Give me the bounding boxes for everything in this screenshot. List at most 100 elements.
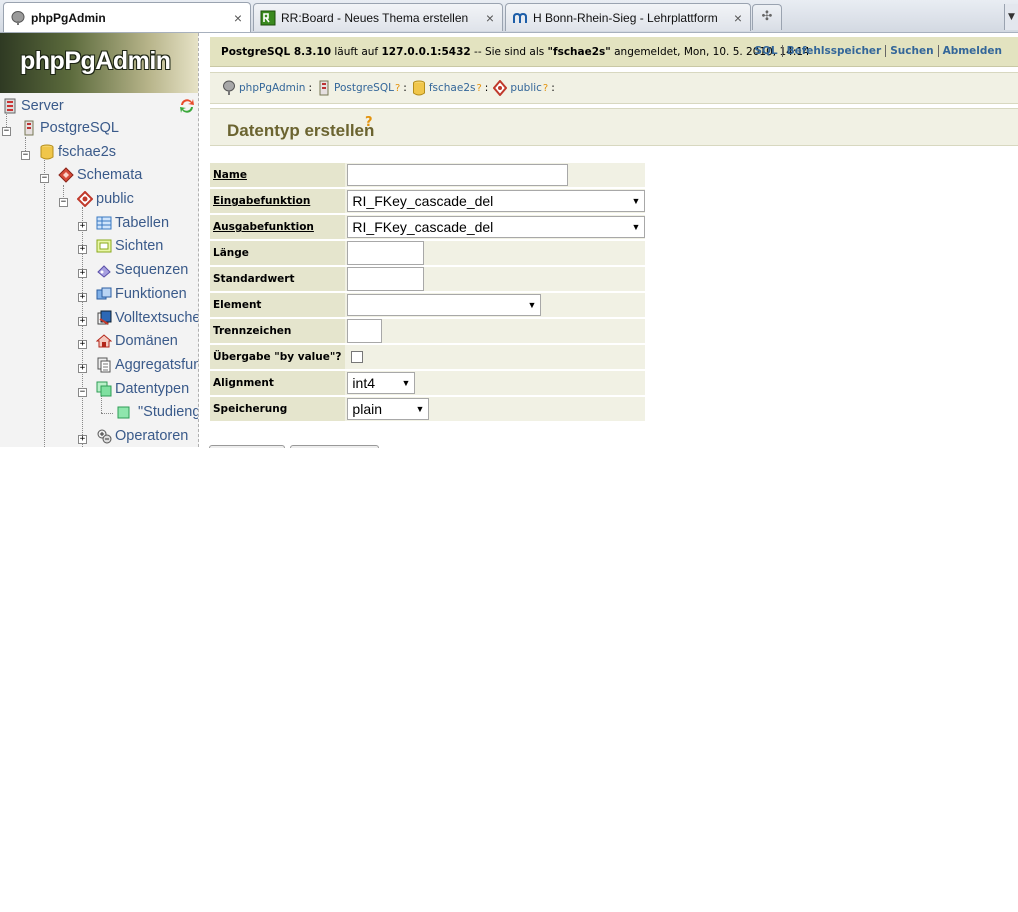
- functions-icon: [96, 287, 112, 300]
- help-icon[interactable]: ?: [395, 83, 400, 94]
- page-title: Datentyp erstellen: [227, 121, 375, 140]
- tree-item-postgresql[interactable]: PostgreSQL: [21, 117, 119, 139]
- help-icon[interactable]: ?: [476, 83, 481, 94]
- browser-tab-bar: phpPgAdmin × RR:Board - Neues Thema erst…: [0, 0, 1018, 33]
- chevron-down-icon: ▼: [527, 300, 537, 310]
- tree-item-aggregate[interactable]: Aggregatsfunk: [96, 354, 198, 376]
- tree-label: Schemata: [77, 167, 143, 183]
- input-function-select[interactable]: RI_FKey_cascade_del ▼: [347, 190, 646, 212]
- tree-item-operatoren[interactable]: Operatoren: [96, 425, 188, 447]
- views-icon: [96, 239, 112, 253]
- breadcrumb-separator: :: [551, 82, 555, 94]
- database-icon: [412, 80, 425, 96]
- close-tab-icon[interactable]: ×: [734, 10, 742, 26]
- tab-lehrplattform[interactable]: H Bonn-Rhein-Sieg - Lehrplattform ×: [505, 3, 751, 31]
- logo[interactable]: phpPgAdmin: [0, 33, 198, 93]
- close-tab-icon[interactable]: ×: [234, 10, 242, 26]
- form-row-length: Länge: [210, 241, 646, 265]
- delimiter-input[interactable]: [347, 319, 383, 343]
- tree-item-sequenzen[interactable]: Sequenzen: [96, 259, 188, 281]
- collapse-toggle[interactable]: −: [59, 198, 68, 207]
- expand-toggle[interactable]: +: [78, 340, 87, 349]
- name-input[interactable]: [347, 164, 569, 186]
- output-function-select[interactable]: RI_FKey_cascade_del ▼: [347, 216, 646, 238]
- type-icon: [117, 406, 130, 419]
- tree-item-public[interactable]: public: [77, 188, 134, 210]
- expand-toggle[interactable]: +: [78, 317, 87, 326]
- tab-list-button[interactable]: ▼: [1004, 4, 1018, 30]
- tree-item-database[interactable]: fschae2s: [39, 141, 116, 163]
- refresh-icon[interactable]: [178, 97, 196, 115]
- breadcrumb-separator: :: [403, 82, 407, 94]
- expand-toggle[interactable]: +: [78, 245, 87, 254]
- expand-toggle[interactable]: +: [78, 293, 87, 302]
- tab-rrboard[interactable]: RR:Board - Neues Thema erstellen ×: [253, 3, 503, 31]
- tree-item-tabellen[interactable]: Tabellen: [96, 212, 169, 234]
- expand-toggle[interactable]: +: [78, 435, 87, 444]
- form-cell: int4 ▼: [345, 371, 646, 395]
- tab-phppgadmin[interactable]: phpPgAdmin ×: [3, 2, 251, 32]
- alignment-select[interactable]: int4 ▼: [347, 372, 416, 394]
- tree-item-server[interactable]: Server: [2, 95, 64, 117]
- tree-item-sichten[interactable]: Sichten: [96, 235, 163, 257]
- breadcrumb-label: phpPgAdmin: [239, 82, 306, 94]
- selected-value: RI_FKey_cascade_del: [352, 193, 494, 209]
- expand-toggle[interactable]: +: [78, 269, 87, 278]
- tree-label: Aggregatsfunk: [115, 357, 198, 373]
- server-info-bar: PostgreSQL 8.3.10 läuft auf 127.0.0.1:54…: [210, 37, 1018, 67]
- byvalue-label: Übergabe "by value"?: [210, 345, 346, 369]
- moodle-icon: [513, 12, 527, 23]
- form-cell: [345, 267, 646, 291]
- history-link[interactable]: Befehlsspeicher: [783, 45, 886, 57]
- breadcrumb-server[interactable]: PostgreSQL ? :: [317, 80, 410, 96]
- new-tab-button[interactable]: ✣: [752, 4, 782, 30]
- form-row-output-function: Ausgabefunktion RI_FKey_cascade_del ▼: [210, 215, 646, 239]
- server-icon: [4, 98, 16, 114]
- tab-label: H Bonn-Rhein-Sieg - Lehrplattform: [533, 10, 718, 25]
- info-text: -- Sie sind als: [470, 45, 548, 58]
- tree-item-datentypen[interactable]: Datentypen: [96, 378, 189, 400]
- form-row-default: Standardwert: [210, 267, 646, 291]
- logo-text: phpPgAdmin: [20, 47, 171, 75]
- expand-toggle[interactable]: +: [78, 222, 87, 231]
- find-link[interactable]: Suchen: [886, 45, 937, 57]
- sql-link[interactable]: SQL: [750, 45, 781, 57]
- default-input[interactable]: [347, 267, 425, 291]
- breadcrumb-schema[interactable]: public ? :: [493, 80, 557, 96]
- expand-toggle[interactable]: +: [78, 364, 87, 373]
- breadcrumb-database[interactable]: fschae2s ? :: [412, 80, 492, 96]
- byvalue-checkbox[interactable]: [351, 351, 364, 363]
- sidebar-frame: phpPgAdmin Server − PostgreSQL − fschae2…: [0, 33, 199, 447]
- default-label: Standardwert: [210, 267, 346, 291]
- tree-item-schemata[interactable]: Schemata: [58, 164, 142, 186]
- server-icon: [24, 120, 34, 136]
- tree-item-funktionen[interactable]: Funktionen: [96, 283, 187, 305]
- collapse-toggle[interactable]: −: [78, 388, 87, 397]
- breadcrumb-app[interactable]: phpPgAdmin :: [222, 80, 315, 96]
- server-host: 127.0.0.1:5432: [381, 45, 471, 58]
- info-text: läuft auf: [331, 45, 382, 58]
- element-select[interactable]: ▼: [347, 294, 542, 316]
- collapse-toggle[interactable]: −: [21, 151, 30, 160]
- length-input[interactable]: [347, 241, 425, 265]
- tree-label: Operatoren: [115, 428, 189, 444]
- form-row-byvalue: Übergabe "by value"?: [210, 345, 646, 369]
- breadcrumb: phpPgAdmin : PostgreSQL ? : fschae2s ? :…: [210, 72, 1018, 104]
- help-icon[interactable]: ?: [365, 115, 373, 130]
- collapse-toggle[interactable]: −: [2, 127, 11, 136]
- form-row-delimiter: Trennzeichen: [210, 319, 646, 343]
- tree-item-domaenen[interactable]: Domänen: [96, 330, 178, 352]
- logged-in-user: "fschae2s": [547, 45, 611, 58]
- form-cell: plain ▼: [345, 397, 646, 421]
- tree-item-type-studiengang[interactable]: "Studienga: [115, 401, 198, 423]
- chevron-down-icon: ▼: [631, 222, 641, 232]
- server-version: PostgreSQL 8.3.10: [221, 45, 332, 58]
- tree-item-volltextsuche[interactable]: Volltextsuche: [96, 307, 198, 329]
- help-icon[interactable]: ?: [543, 83, 548, 94]
- fulltext-icon: [97, 310, 112, 325]
- storage-select[interactable]: plain ▼: [347, 398, 430, 420]
- logout-link[interactable]: Abmelden: [939, 45, 1006, 57]
- database-icon: [40, 144, 54, 160]
- collapse-toggle[interactable]: −: [40, 174, 49, 183]
- close-tab-icon[interactable]: ×: [486, 10, 494, 26]
